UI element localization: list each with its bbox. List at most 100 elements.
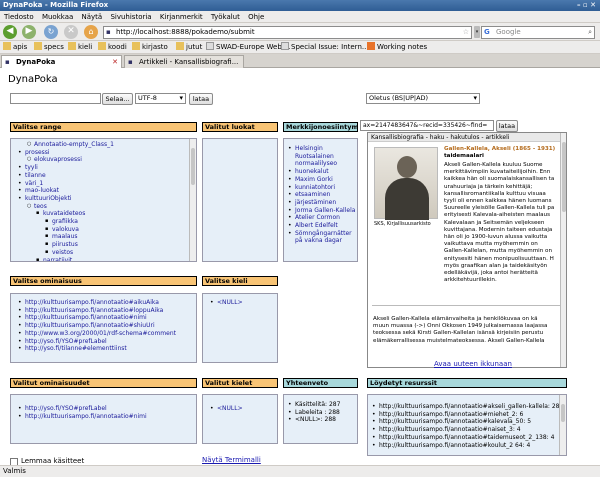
menu-view[interactable]: Näytä — [82, 13, 103, 21]
menu-bookmarks[interactable]: Kirjanmerkit — [160, 13, 203, 21]
resource-item[interactable]: http://kulttuurisampo.fi/annotaatio#mieh… — [372, 411, 559, 419]
property-item[interactable]: http://kulttuurisampo.fi/annotaatio#nimi — [18, 314, 176, 322]
reload-icon[interactable]: ↻ — [44, 25, 58, 39]
tab-dynapoka[interactable]: ▪ DynaPoka ✕ — [1, 55, 122, 68]
stop-icon[interactable]: ✕ — [64, 25, 78, 39]
range-tree-item[interactable]: veistos — [45, 249, 114, 257]
open-new-window-link[interactable]: Avaa uuteen ikkunaan — [434, 360, 512, 368]
range-scrollbar[interactable] — [189, 139, 196, 261]
page-icon — [206, 42, 214, 50]
string-occurrence-item[interactable]: huonekalut — [288, 168, 357, 176]
lookup-load-button[interactable]: lataa — [496, 120, 518, 132]
property-item[interactable]: http://kulttuurisampo.fi/annotaatio#aiku… — [18, 299, 176, 307]
selected-props-box[interactable]: http://yso.fi/YSO#prefLabelhttp://kulttu… — [10, 394, 197, 444]
string-occurrence-item[interactable]: etsaaminen — [288, 191, 357, 199]
menu-edit[interactable]: Muokkaa — [42, 13, 73, 21]
string-occurrence-item[interactable]: Maxim Gorki — [288, 176, 357, 184]
string-occurrence-item[interactable]: Helsingin Ruotsalainen normaalilyseo — [288, 145, 357, 168]
bookmark-folder-koodi[interactable]: koodi — [98, 41, 127, 54]
property-item[interactable]: http://www.w3.org/2000/01/rdf-schema#com… — [18, 330, 176, 338]
range-tree-item[interactable]: maalaus — [45, 233, 114, 241]
range-tree-item[interactable]: mao-luokat — [18, 187, 114, 195]
close-icon[interactable]: ✕ — [112, 56, 118, 68]
range-tree-item[interactable]: valokuva — [45, 226, 114, 234]
language-box[interactable]: <NULL> — [202, 293, 278, 363]
tab-artikkeli[interactable]: ▪ Artikkeli - Kansallisbiografi... — [124, 55, 244, 68]
selected-langs-header: Valitut kielet — [202, 378, 278, 388]
strings-header: Merkkijonoesiintymät — [283, 122, 358, 132]
page-icon — [281, 42, 289, 50]
language-item[interactable]: <NULL> — [210, 299, 243, 307]
range-tree-item[interactable]: grafiikka — [45, 218, 114, 226]
bookmark-folder-kieli[interactable]: kieli — [68, 41, 92, 54]
resources-scrollbar[interactable] — [559, 395, 566, 455]
show-term-model-link[interactable]: Näytä Termimalli — [202, 456, 261, 464]
bookmark-folder-specs[interactable]: specs — [34, 41, 64, 54]
range-tree-item[interactable]: narratiivit — [36, 257, 114, 261]
menu-file[interactable]: Tiedosto — [4, 13, 34, 21]
resources-box[interactable]: http://kulttuurisampo.fi/annotaatio#akse… — [367, 394, 567, 456]
window-controls[interactable]: – ▫ ✕ — [577, 0, 596, 11]
forward-icon[interactable]: ▶ — [22, 25, 36, 39]
bookmark-swad[interactable]: SWAD-Europe Webl... — [206, 41, 290, 54]
bookmark-working-notes[interactable]: Working notes — [367, 41, 427, 54]
range-tree-item[interactable]: väri_1 — [18, 180, 114, 188]
string-occurrence-item[interactable]: järjestäminen — [288, 199, 357, 207]
selected-classes-box[interactable] — [202, 138, 278, 262]
search-icon[interactable]: ⌕ — [588, 27, 592, 38]
star-icon[interactable]: ☆ — [463, 27, 469, 38]
property-item[interactable]: http://kulttuurisampo.fi/annotaatio#shiu… — [18, 322, 176, 330]
bookmark-special-issue[interactable]: Special Issue: Intern... — [281, 41, 369, 54]
property-item[interactable]: http://kulttuurisampo.fi/annotaatio#lopp… — [18, 307, 176, 315]
default-select[interactable]: Oletus (BS|UP|AD) — [366, 93, 480, 104]
string-occurrence-item[interactable]: Sömngångarnätter på vakna dagar — [288, 230, 357, 245]
browse-button[interactable]: Selaa... — [102, 93, 133, 105]
string-occurrence-item[interactable]: Atelier Cormon — [288, 214, 357, 222]
range-tree[interactable]: Annotaatio-empty_Class_1prosessielokuvap… — [10, 138, 197, 262]
range-tree-item[interactable]: prosessi — [18, 149, 114, 157]
range-tree-item[interactable]: elokuvaprosessi — [27, 156, 114, 164]
strings-list: Helsingin Ruotsalainen normaalilyseohuon… — [288, 145, 357, 245]
bookmark-folder-jutut[interactable]: jutut — [176, 41, 202, 54]
preview-scrollbar[interactable] — [560, 133, 566, 367]
menu-history[interactable]: Sivuhistoria — [110, 13, 151, 21]
bookmark-folder-kirjasto[interactable]: kirjasto — [132, 41, 168, 54]
string-occurrence-item[interactable]: kunniatohtori — [288, 184, 357, 192]
selected-property-item[interactable]: http://yso.fi/YSO#prefLabel — [18, 405, 147, 413]
file-input[interactable] — [10, 93, 101, 104]
resource-item[interactable]: http://kulttuurisampo.fi/annotaatio#nais… — [372, 426, 559, 434]
range-tree-item[interactable]: tyyli — [18, 164, 114, 172]
string-occurrence-item[interactable]: Jorma Gallen-Kallela — [288, 207, 357, 215]
range-tree-item[interactable]: piirustus — [45, 241, 114, 249]
range-tree-item[interactable]: kuvataideteos — [36, 210, 114, 218]
bookmark-folder-apis[interactable]: apis — [3, 41, 27, 54]
url-dropdown-icon[interactable]: ▾ — [474, 26, 480, 38]
home-icon[interactable]: ⌂ — [84, 25, 98, 39]
url-input[interactable]: ▪ http://localhost:8888/pokademo/submit … — [103, 26, 472, 39]
resource-item[interactable]: http://kulttuurisampo.fi/annotaatio#kale… — [372, 418, 559, 426]
property-header: Valitse ominaisuus — [10, 276, 197, 286]
search-input[interactable]: G Google ⌕ — [481, 26, 595, 39]
strings-box[interactable]: Helsingin Ruotsalainen normaalilyseohuon… — [283, 138, 358, 262]
menu-help[interactable]: Ohje — [248, 13, 264, 21]
property-box[interactable]: http://kulttuurisampo.fi/annotaatio#aiku… — [10, 293, 197, 363]
selected-language-item[interactable]: <NULL> — [210, 405, 243, 413]
property-item[interactable]: http://yso.fi/tilanne#elementtiinst — [18, 345, 176, 353]
resource-item[interactable]: http://kulttuurisampo.fi/annotaatio#koul… — [372, 442, 559, 450]
resource-item[interactable]: http://kulttuurisampo.fi/annotaatio#akse… — [372, 403, 559, 411]
string-occurrence-item[interactable]: Albert Edelfelt — [288, 222, 357, 230]
property-item[interactable]: http://yso.fi/YSO#prefLabel — [18, 338, 176, 346]
selected-langs-box[interactable]: <NULL> — [202, 394, 278, 444]
range-tree-item[interactable]: Annotaatio-empty_Class_1 — [27, 141, 114, 149]
lookup-url-input[interactable]: ax=2147483647&~recid=335426~find= — [360, 120, 494, 131]
menu-tools[interactable]: Työkalut — [211, 13, 240, 21]
range-tree-item[interactable]: kulttuuriObjekti — [18, 195, 114, 203]
load-button[interactable]: lataa — [189, 93, 213, 105]
range-tree-item[interactable]: tilanne — [18, 172, 114, 180]
back-icon[interactable]: ◀ — [3, 25, 17, 39]
resource-item[interactable]: http://kulttuurisampo.fi/annotaatio#taid… — [372, 434, 559, 442]
selected-property-item[interactable]: http://kulttuurisampo.fi/annotaatio#nimi — [18, 413, 147, 421]
range-tree-item[interactable]: teos — [27, 203, 114, 211]
encoding-select[interactable]: UTF-8 — [135, 93, 186, 104]
biography-preview[interactable]: Kansallisbiografia - haku - hakutulos - … — [367, 132, 567, 368]
